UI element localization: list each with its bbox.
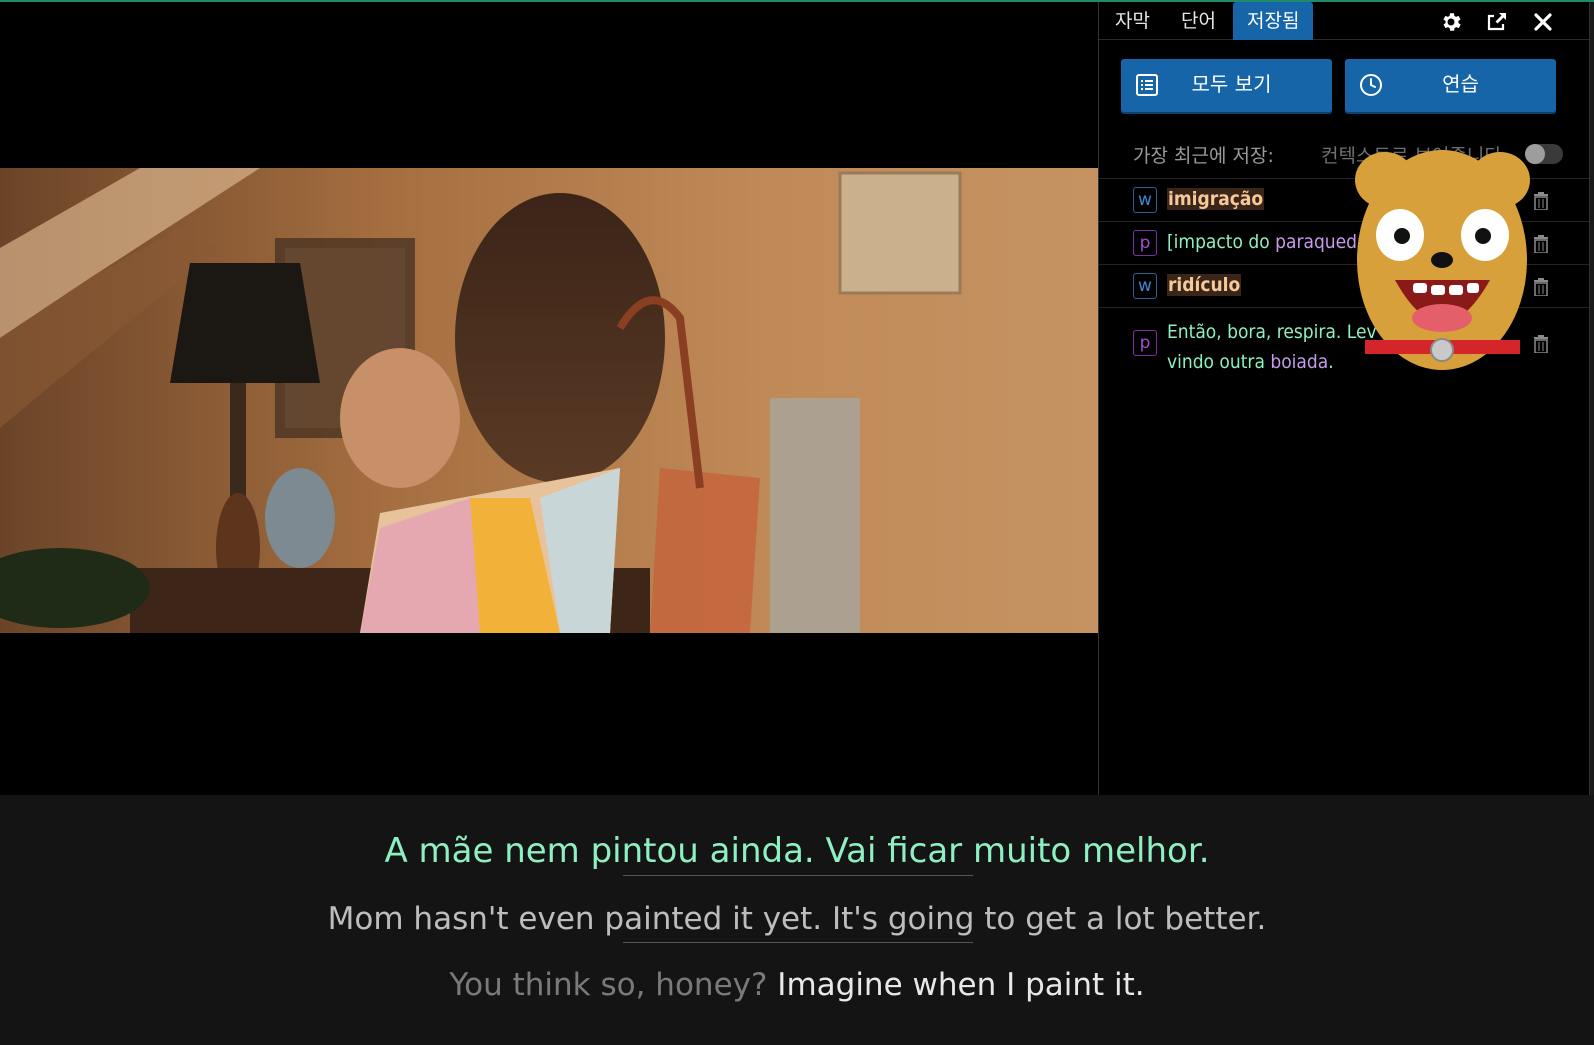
practice-button[interactable]: 연습	[1345, 59, 1556, 112]
export-icon[interactable]	[1485, 10, 1509, 34]
side-panel: 자막 단어 저장됨 모두 보기 연습 가장 최근에 저장: 컨텍스트로 보여줍니…	[1098, 2, 1590, 795]
trash-icon[interactable]	[1533, 278, 1549, 296]
video-player[interactable]	[0, 2, 1099, 795]
trash-icon[interactable]	[1533, 235, 1549, 253]
phrase-badge: p	[1133, 230, 1157, 256]
saved-word: ridículo	[1167, 274, 1242, 296]
app-root: 자막 단어 저장됨 모두 보기 연습 가장 최근에 저장: 컨텍스트로 보여줍니…	[0, 0, 1594, 1045]
view-all-button[interactable]: 모두 보기	[1121, 59, 1332, 112]
subtitle-translation[interactable]: Mom hasn't even painted it yet. It's goi…	[0, 901, 1594, 937]
saved-word: imigração	[1167, 188, 1265, 210]
video-frame[interactable]	[0, 168, 1099, 633]
tab-words[interactable]: 단어	[1167, 2, 1230, 40]
trash-icon[interactable]	[1533, 192, 1549, 210]
saved-phrase: Então, bora, respira. Lev vindo outra bo…	[1167, 321, 1377, 373]
saved-phrase: [impacto do paraquedas	[1167, 231, 1377, 253]
video-scene	[0, 168, 1099, 633]
context-toggle[interactable]	[1525, 144, 1563, 164]
recent-saved-label: 가장 최근에 저장:	[1133, 145, 1274, 167]
panel-scrollbar[interactable]	[1590, 2, 1594, 795]
practice-label: 연습	[1442, 72, 1479, 96]
panel-tabs: 자막 단어 저장됨	[1099, 2, 1589, 40]
subtitle-next-bright: Imagine when I paint it.	[767, 967, 1145, 1003]
gear-icon[interactable]	[1439, 10, 1463, 34]
word-badge: w	[1133, 273, 1157, 299]
subtitle-next-line[interactable]: You think so, honey? Imagine when I pain…	[0, 967, 1594, 1003]
subtitle-original[interactable]: A mãe nem pintou ainda. Vai ficar muito …	[0, 831, 1594, 871]
close-icon[interactable]	[1531, 10, 1555, 34]
word-badge: w	[1133, 187, 1157, 213]
mascot-sticker	[1355, 150, 1530, 370]
trash-icon[interactable]	[1533, 335, 1549, 353]
subtitle-divider	[623, 942, 973, 943]
subtitle-divider	[623, 875, 973, 876]
subtitle-next-faded: You think so, honey?	[449, 967, 768, 1003]
tab-subtitles[interactable]: 자막	[1101, 2, 1164, 40]
view-all-label: 모두 보기	[1191, 72, 1272, 96]
subtitle-area: A mãe nem pintou ainda. Vai ficar muito …	[0, 795, 1594, 1045]
phrase-badge: p	[1133, 330, 1157, 356]
tab-saved[interactable]: 저장됨	[1233, 2, 1314, 40]
